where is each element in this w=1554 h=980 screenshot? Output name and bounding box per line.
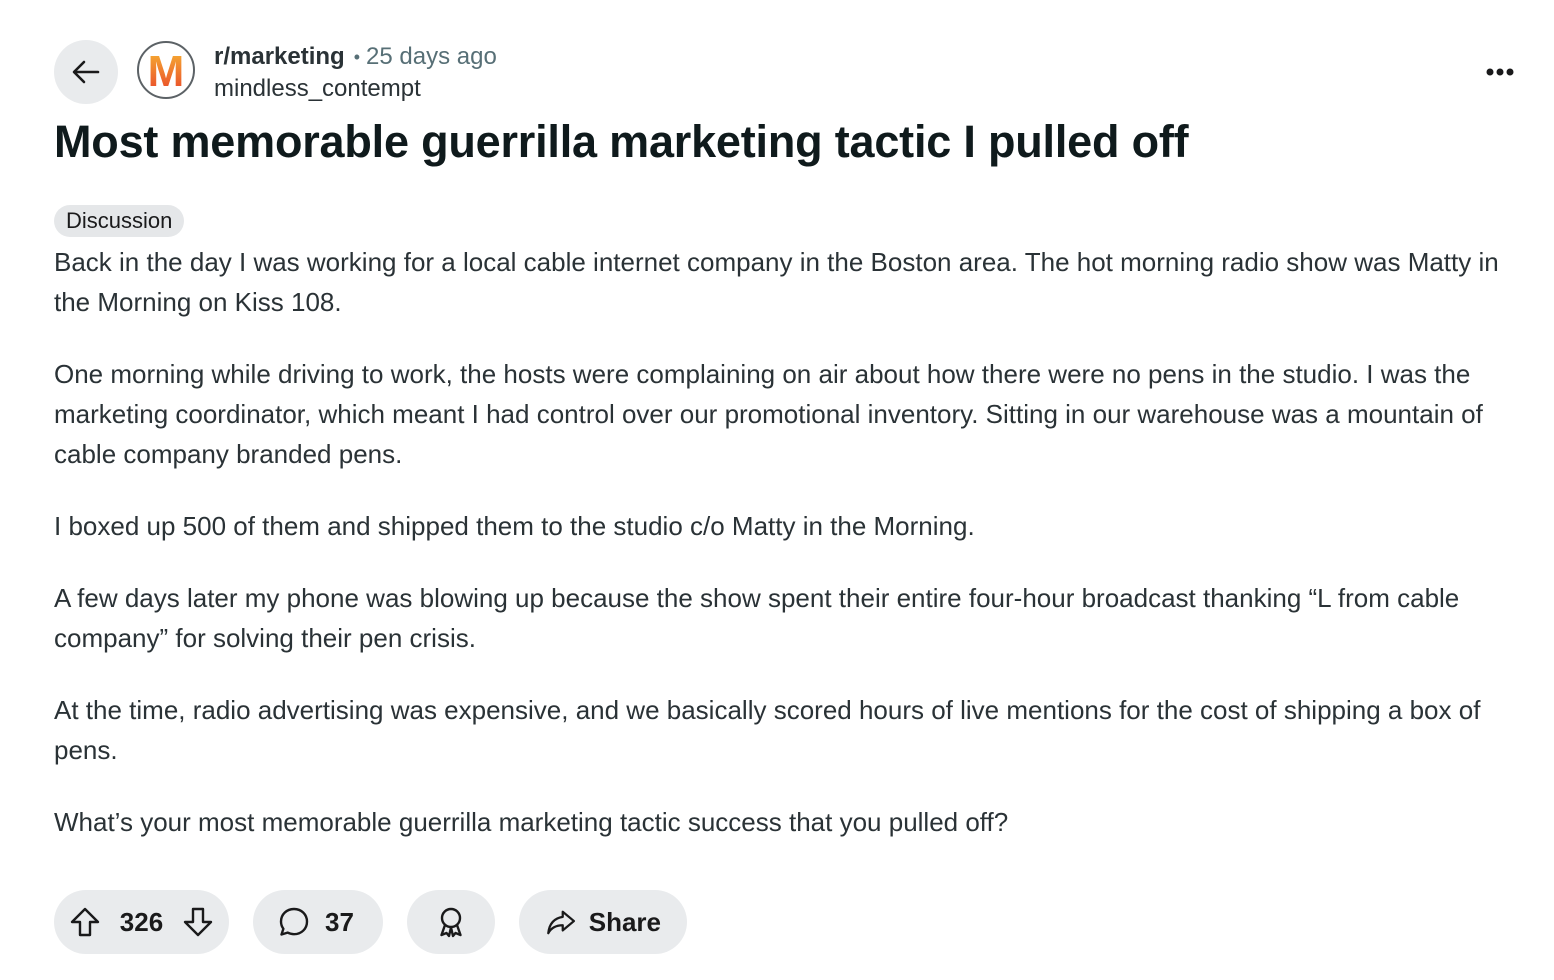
subreddit-logo-icon: M: [148, 47, 185, 96]
post-title: Most memorable guerrilla marketing tacti…: [54, 116, 1189, 167]
share-button[interactable]: Share: [519, 890, 687, 954]
downvote-button[interactable]: [181, 905, 215, 939]
post-time: 25 days ago: [366, 43, 497, 70]
post-paragraph: What’s your most memorable guerrilla mar…: [54, 807, 1009, 837]
author-username[interactable]: mindless_contempt: [214, 74, 497, 104]
share-label: Share: [588, 906, 661, 937]
comments-button[interactable]: 37: [253, 890, 383, 954]
post-paragraph: One morning while driving to work, the h…: [54, 359, 1483, 469]
upvote-button[interactable]: [68, 905, 102, 939]
upvote-arrow-icon: [70, 907, 100, 937]
more-options-button[interactable]: [1474, 48, 1526, 96]
award-button[interactable]: [407, 890, 495, 954]
post-page: M r/marketing • 25 days ago mindless_con…: [0, 0, 1554, 980]
more-horizontal-icon: [1486, 68, 1514, 76]
subreddit-link[interactable]: r/marketing: [214, 43, 345, 71]
comment-count: 37: [325, 906, 354, 937]
post-action-bar: 326 37 Share: [54, 890, 711, 954]
avatar-letter: M: [148, 47, 185, 96]
post-paragraph: At the time, radio advertising was expen…: [54, 695, 1481, 765]
downvote-arrow-icon: [183, 907, 213, 937]
subreddit-avatar[interactable]: M: [137, 41, 195, 99]
vote-count: 326: [119, 906, 164, 937]
arrow-left-icon: [72, 60, 100, 84]
meta-separator: •: [353, 46, 361, 67]
post-paragraph: Back in the day I was working for a loca…: [54, 247, 1499, 317]
award-icon: [440, 907, 462, 938]
share-arrow-icon: [547, 910, 576, 935]
back-button[interactable]: [54, 40, 118, 104]
post-body: Back in the day I was working for a loca…: [54, 242, 1524, 874]
comment-bubble-icon: [279, 907, 309, 936]
vote-control: 326: [54, 890, 229, 954]
post-meta: r/marketing • 25 days ago mindless_conte…: [214, 40, 497, 104]
post-paragraph: I boxed up 500 of them and shipped them …: [54, 511, 975, 541]
post-flair[interactable]: Discussion: [54, 205, 185, 237]
post-paragraph: A few days later my phone was blowing up…: [54, 583, 1460, 653]
